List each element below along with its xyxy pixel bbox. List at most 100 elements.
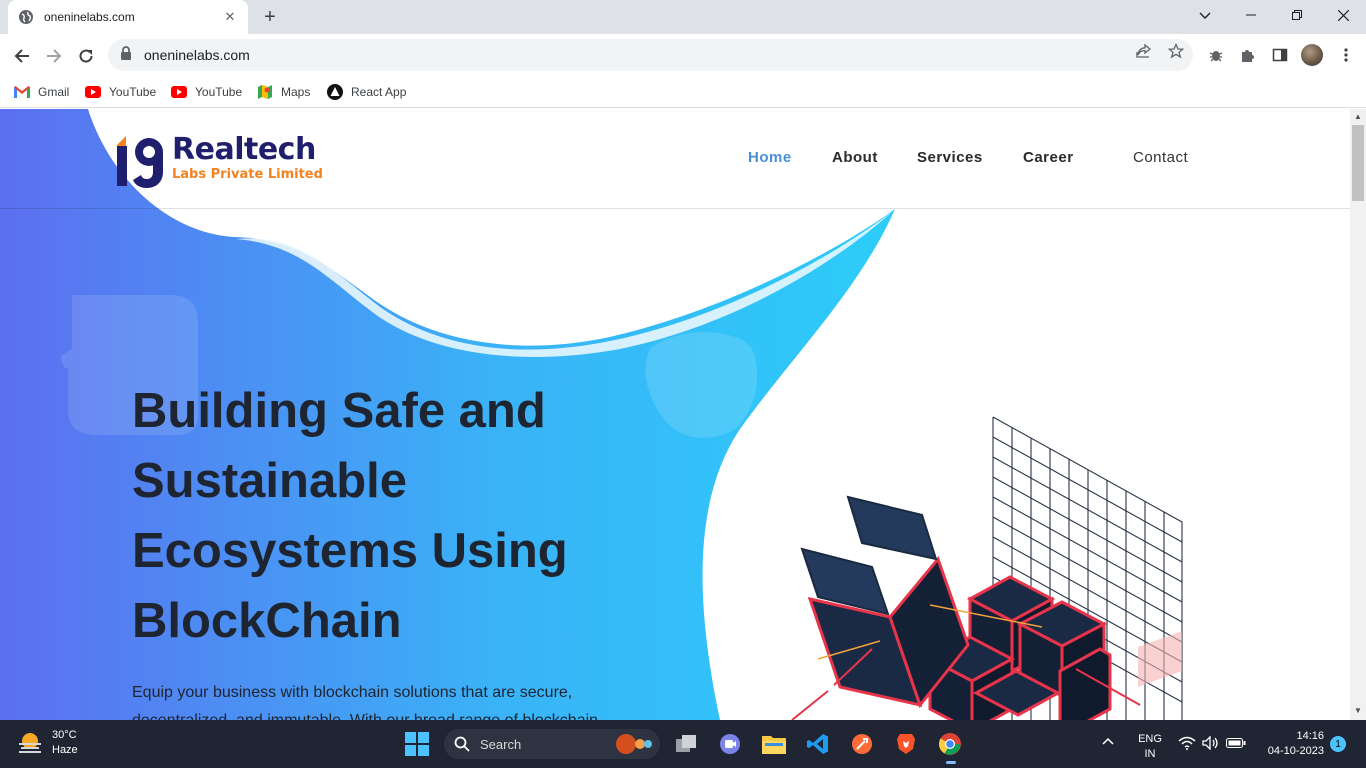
bookmark-label: Gmail [38, 85, 70, 99]
chrome-button[interactable] [934, 728, 966, 764]
hero-title-line: Ecosystems Using [132, 524, 568, 578]
lock-icon[interactable] [120, 45, 132, 65]
logo-subtitle: Labs Private Limited [172, 167, 323, 182]
search-highlight-icon [616, 734, 652, 754]
taskbar-search[interactable]: Search [444, 729, 660, 759]
task-view-button[interactable] [670, 728, 702, 760]
nav-home[interactable]: Home [748, 149, 792, 166]
nav-career[interactable]: Career [1023, 149, 1074, 166]
header-divider [0, 208, 1350, 209]
system-clock[interactable]: 14:16 04-10-2023 [1254, 729, 1324, 759]
close-tab-icon[interactable]: ✕ [222, 9, 238, 25]
page-viewport: Realtech Labs Private Limited Home About… [0, 109, 1350, 720]
arrow-right-icon [47, 49, 62, 63]
forward-button[interactable] [40, 42, 68, 70]
taskbar-search-label: Search [480, 736, 522, 752]
side-panel-icon[interactable] [1270, 45, 1290, 65]
language-line1: ENG [1138, 733, 1162, 745]
postman-button[interactable] [846, 728, 878, 760]
profile-avatar[interactable] [1301, 44, 1323, 66]
react-app-icon [327, 84, 343, 100]
url-text[interactable]: oneninelabs.com [144, 47, 250, 63]
bookmark-star-icon[interactable] [1166, 41, 1186, 61]
scroll-up-icon[interactable]: ▲ [1354, 113, 1362, 121]
hero-title-line: BlockChain [132, 594, 402, 648]
page-scrollbar[interactable]: ▲ ▼ [1350, 109, 1366, 720]
tab-title: oneninelabs.com [44, 10, 135, 24]
vscode-button[interactable] [802, 728, 834, 760]
weather-widget[interactable]: 30°C Haze [16, 728, 78, 758]
reload-icon [79, 49, 93, 63]
youtube-icon [171, 84, 187, 100]
maps-icon [257, 84, 273, 100]
windows-logo-icon [405, 732, 429, 756]
wifi-icon[interactable] [1178, 736, 1196, 755]
close-window-button[interactable] [1320, 0, 1366, 30]
taskbar: 30°C Haze Search ENG IN 14:16 04-10-2023… [0, 720, 1366, 768]
weather-condition: Haze [52, 744, 78, 756]
weather-temp: 30°C [52, 729, 77, 741]
search-icon [454, 736, 470, 752]
bookmark-label: YouTube [109, 85, 157, 99]
reload-button[interactable] [72, 42, 100, 70]
bookmark-label: Maps [281, 85, 311, 99]
file-explorer-button[interactable] [758, 728, 790, 760]
teams-chat-button[interactable] [714, 728, 746, 760]
hero-title-line: Building Safe and [132, 384, 546, 438]
notification-badge[interactable]: 1 [1330, 736, 1346, 752]
new-tab-button[interactable]: + [258, 6, 282, 28]
site-header: Realtech Labs Private Limited Home About… [0, 109, 1350, 209]
volume-icon[interactable] [1202, 735, 1220, 755]
language-indicator[interactable]: ENG IN [1134, 732, 1166, 762]
hero-title-line: Sustainable [132, 454, 408, 508]
clock-date: 04-10-2023 [1267, 745, 1324, 757]
bookmark-label: YouTube [195, 85, 243, 99]
arrow-left-icon [14, 49, 29, 63]
bookmark-gmail[interactable]: Gmail [14, 82, 69, 102]
clock-time: 14:16 [1296, 730, 1324, 742]
gmail-icon [14, 84, 30, 100]
hero-title: Building Safe and Sustainable Ecosystems… [132, 376, 652, 656]
youtube-icon [85, 84, 101, 100]
globe-icon [18, 9, 34, 25]
vscode-icon [807, 734, 828, 754]
nav-contact[interactable]: Contact [1133, 149, 1188, 166]
hero-description: Equip your business with blockchain solu… [132, 684, 598, 720]
start-button[interactable] [401, 728, 433, 760]
address-bar[interactable]: oneninelabs.com [108, 39, 1193, 71]
share-icon[interactable] [1134, 41, 1154, 61]
logo-wordmark: Realtech [172, 132, 316, 167]
bug-extension-icon[interactable] [1206, 45, 1226, 65]
chrome-menu-icon[interactable] [1336, 45, 1356, 65]
chevron-up-icon [1102, 737, 1114, 745]
brave-lion-icon [897, 734, 915, 754]
tab-strip: oneninelabs.com ✕ + [0, 0, 1366, 34]
scroll-down-icon[interactable]: ▼ [1354, 707, 1362, 715]
nav-services[interactable]: Services [917, 149, 983, 166]
restore-button[interactable] [1274, 0, 1320, 30]
browser-tab[interactable]: oneninelabs.com ✕ [8, 0, 248, 34]
bookmark-react-app[interactable]: React App [327, 82, 406, 102]
teams-chat-icon [720, 734, 740, 754]
tab-search-icon[interactable] [1182, 0, 1228, 30]
scrollbar-thumb[interactable] [1352, 125, 1364, 201]
battery-icon[interactable] [1226, 737, 1246, 754]
brave-browser-button[interactable] [890, 728, 922, 760]
nav-about[interactable]: About [832, 149, 878, 166]
extensions-puzzle-icon[interactable] [1238, 45, 1258, 65]
bookmark-youtube[interactable]: YouTube [171, 82, 242, 102]
bookmarks-bar: Gmail YouTube YouTube Maps React App [0, 76, 1366, 108]
show-hidden-icons-button[interactable] [1102, 736, 1114, 751]
logo-mark-icon [116, 136, 163, 188]
site-logo[interactable]: Realtech Labs Private Limited [116, 133, 328, 189]
language-line2: IN [1144, 748, 1156, 760]
folder-icon [762, 736, 786, 754]
minimize-button[interactable] [1228, 0, 1274, 30]
back-button[interactable] [8, 42, 36, 70]
bookmark-youtube[interactable]: YouTube [85, 82, 156, 102]
postman-icon [852, 734, 872, 754]
browser-toolbar: oneninelabs.com [0, 34, 1366, 76]
bookmark-label: React App [351, 85, 407, 99]
bookmark-maps[interactable]: Maps [257, 82, 310, 102]
chrome-icon [939, 733, 961, 755]
